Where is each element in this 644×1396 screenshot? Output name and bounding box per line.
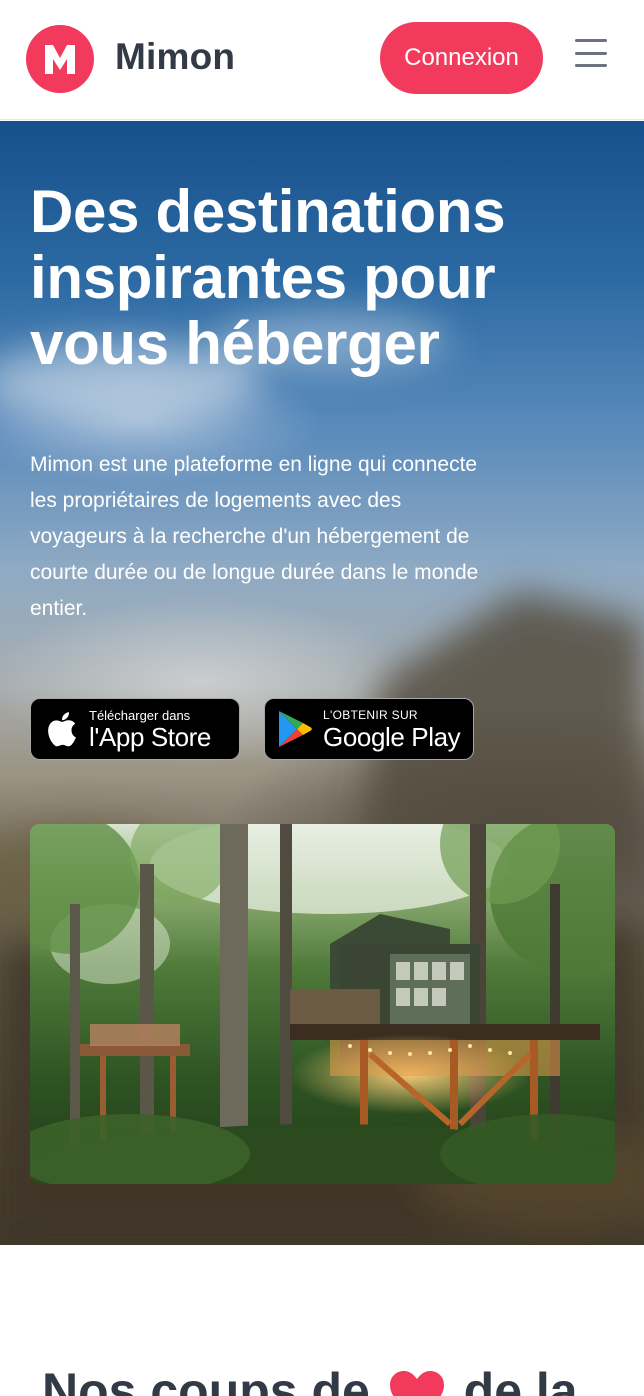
hero-section: Des destinations inspirantes pour vous h… [0,121,644,1245]
connexion-button[interactable]: Connexion [380,22,543,94]
menu-line [575,39,607,42]
google-play-small-label: L'OBTENIR SUR [323,707,418,722]
mimon-logo[interactable] [26,25,94,93]
hero-title: Des destinations inspirantes pour vous h… [30,178,506,377]
treehouse-illustration [30,824,615,1184]
menu-line [575,64,607,67]
section-title-start: Nos coups de [42,1363,370,1396]
treehouse-forest-photo [30,824,615,1184]
google-play-button[interactable]: L'OBTENIR SUR Google Play [264,698,474,760]
google-play-icon [273,709,317,749]
hero-description: Mimon est une plateforme en ligne qui co… [30,453,479,620]
header: Mimon Connexion [0,0,644,120]
section-title-end: de la [463,1363,578,1396]
apple-icon [39,710,83,748]
section-title: Nos coups de de la [42,1362,578,1396]
heart-icon [389,1370,444,1396]
menu-line [575,51,607,55]
app-store-button[interactable]: Télécharger dans l'App Store [30,698,240,760]
hamburger-menu-icon[interactable] [574,36,608,70]
app-store-small-label: Télécharger dans [89,707,191,723]
logo-m-icon [45,45,75,74]
brand-name[interactable]: Mimon [115,36,235,78]
app-store-big-label: l'App Store [89,721,211,752]
google-play-big-label: Google Play [323,721,461,752]
